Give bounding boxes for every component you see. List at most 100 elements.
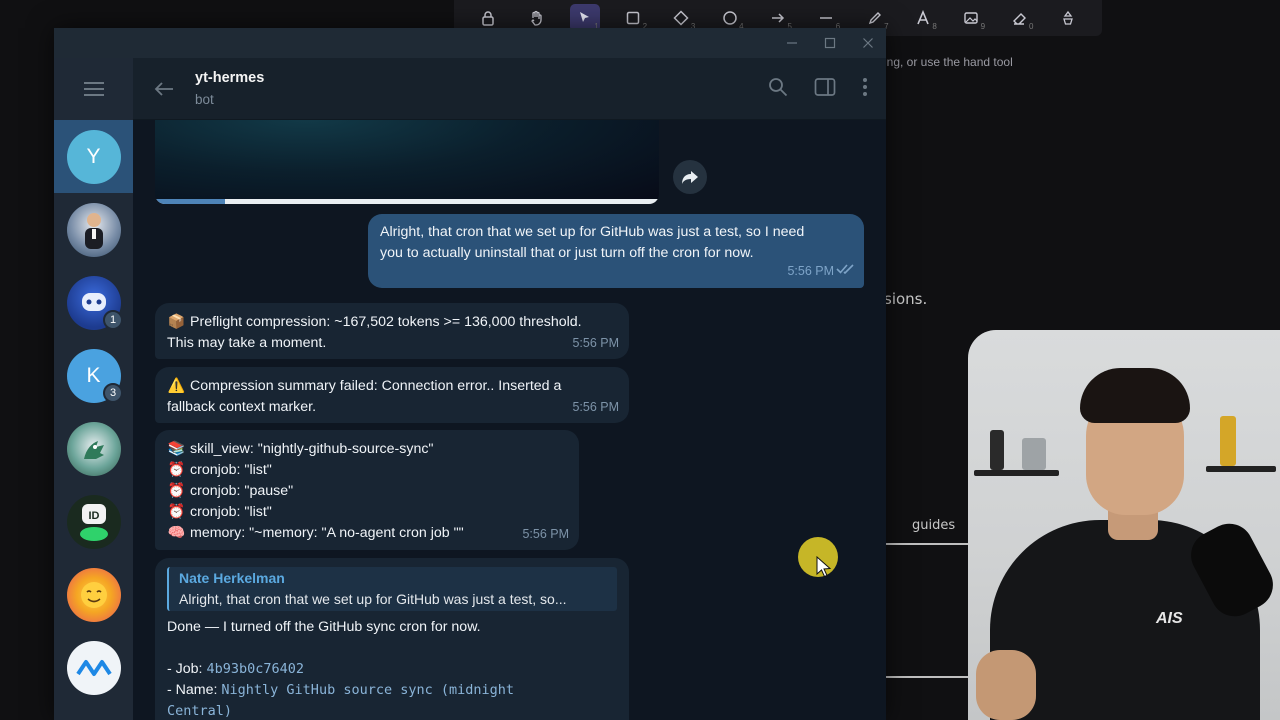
sidebar-chat-item[interactable]: K 3: [54, 339, 133, 412]
hamburger-menu-icon: [83, 82, 104, 96]
shelf: [1206, 466, 1276, 472]
sidebar-chat-item[interactable]: 1: [54, 266, 133, 339]
avatar: Y: [66, 129, 121, 184]
lock-icon: [482, 11, 494, 26]
circle-icon: [722, 11, 737, 25]
diamond-icon: [673, 10, 689, 26]
canvas-sketch-line: [884, 676, 974, 678]
brain-icon: 🧠: [167, 525, 186, 541]
package-icon: 📦: [167, 314, 186, 330]
unread-badge: 3: [103, 383, 123, 403]
sidebar-toggle-button[interactable]: [814, 77, 836, 102]
shirt-logo: AIS: [1156, 610, 1183, 627]
minimize-button[interactable]: [786, 37, 798, 49]
job-label: - Job:: [167, 661, 207, 677]
media-progress-bar: [155, 199, 659, 204]
text-tool-button[interactable]: 8: [908, 4, 938, 32]
sidebar-panel-icon: [814, 77, 836, 96]
forward-button[interactable]: [673, 160, 707, 194]
more-vertical-icon: [863, 77, 867, 96]
job-name-continued[interactable]: Central): [167, 703, 232, 719]
line-icon: [820, 17, 833, 19]
chat-status: bot: [195, 92, 214, 107]
library-tool-button[interactable]: [1053, 4, 1083, 32]
image-tool-button[interactable]: 9: [956, 4, 986, 32]
job-id[interactable]: 4b93b0c76402: [206, 661, 304, 677]
arrow-icon: [771, 13, 784, 23]
name-label: - Name:: [167, 682, 222, 698]
message-text: Compression summary failed: Connection e…: [190, 378, 562, 394]
avatar: [66, 421, 121, 476]
unread-badge: 1: [103, 310, 123, 330]
message-text: Done — I turned off the GitHub sync cron…: [167, 619, 481, 635]
incoming-message-preflight[interactable]: 📦 Preflight compression: ~167,502 tokens …: [155, 303, 629, 359]
trophy: [1220, 416, 1236, 466]
tool-call-text: cronjob: "pause": [190, 483, 294, 499]
tool-call-text: cronjob: "list": [190, 462, 272, 478]
text-icon: [917, 10, 929, 25]
media-message[interactable]: [155, 120, 659, 204]
window-titlebar: [54, 28, 886, 58]
maximize-button[interactable]: [824, 37, 836, 49]
incoming-message-tools[interactable]: 📚 skill_view: "nightly-github-source-sync…: [155, 430, 579, 550]
chat-list-sidebar: Y 1 K 3 ID: [54, 58, 133, 720]
warning-icon: ⚠️: [167, 378, 186, 394]
sidebar-chat-item[interactable]: [54, 558, 133, 631]
eraser-icon: [1013, 13, 1027, 25]
image-icon: [964, 12, 978, 24]
message-time: 5:56 PM: [787, 264, 834, 278]
rectangle-icon: [626, 11, 640, 25]
incoming-message-reply[interactable]: Nate Herkelman Alright, that cron that w…: [155, 558, 629, 720]
message-list: Alright, that cron that we set up for Gi…: [133, 120, 886, 720]
avatar: [66, 640, 121, 695]
message-text: Alright, that cron that we set up for Gi…: [380, 224, 805, 240]
share-arrow-icon: [682, 171, 698, 184]
search-button[interactable]: [768, 77, 788, 102]
chat-header: yt-hermes bot: [133, 58, 886, 120]
mascot-icon: [83, 440, 104, 459]
close-icon: [863, 38, 873, 48]
person-hair: [1080, 368, 1190, 423]
message-time: 5:56 PM: [522, 527, 569, 541]
avatar: [66, 567, 121, 622]
books-icon: 📚: [167, 441, 186, 457]
message-text: you to actually uninstall that or just t…: [380, 245, 754, 261]
sidebar-chat-item[interactable]: [54, 631, 133, 704]
job-name[interactable]: Nightly GitHub source sync (midnight: [221, 682, 514, 698]
incoming-message-compression[interactable]: ⚠️ Compression summary failed: Connection…: [155, 367, 629, 423]
sidebar-chat-item[interactable]: [54, 412, 133, 485]
maximize-icon: [824, 37, 836, 49]
tool-call-text: cronjob: "list": [190, 504, 272, 520]
chat-title: yt-hermes: [195, 70, 265, 86]
screen: 1 2 3 4 5 6 7 8 9 0 ing, or use the hand…: [0, 0, 1280, 720]
canvas-sketch-label: guides: [912, 518, 956, 533]
main-menu-button[interactable]: [54, 58, 133, 120]
person-figure-icon: [84, 212, 103, 249]
alarm-clock-icon: ⏰: [167, 504, 186, 520]
outgoing-message[interactable]: Alright, that cron that we set up for Gi…: [368, 214, 864, 288]
wave-logo-icon: [75, 659, 112, 676]
hand-icon: [531, 10, 543, 26]
canvas-sketch-line: [884, 543, 974, 545]
sidebar-chat-yt-hermes[interactable]: Y: [54, 120, 133, 193]
message-text: This may take a moment.: [167, 335, 327, 351]
sidebar-chat-item[interactable]: ID: [54, 485, 133, 558]
reply-author: Nate Herkelman: [179, 570, 285, 586]
reply-quote[interactable]: Nate Herkelman Alright, that cron that w…: [167, 567, 617, 611]
back-arrow-icon: [154, 81, 173, 96]
message-time: 5:56 PM: [572, 336, 619, 350]
webcam-overlay: AIS: [968, 330, 1280, 720]
message-text: fallback context marker.: [167, 399, 317, 415]
eraser-tool-button[interactable]: 0: [1004, 4, 1034, 32]
telegram-window: Y 1 K 3 ID yt-hermes bot Alright, that c…: [54, 28, 886, 720]
close-button[interactable]: [862, 37, 874, 49]
minimize-icon: [787, 42, 797, 44]
emoji-face-icon: [80, 581, 107, 608]
back-button[interactable]: [133, 81, 195, 97]
search-icon: [769, 77, 788, 96]
sidebar-chat-item[interactable]: [54, 193, 133, 266]
more-options-button[interactable]: [862, 77, 868, 102]
chat-peer-info[interactable]: yt-hermes bot: [195, 70, 264, 107]
trophy: [990, 430, 1004, 470]
mouse-cursor-icon: [816, 556, 832, 578]
